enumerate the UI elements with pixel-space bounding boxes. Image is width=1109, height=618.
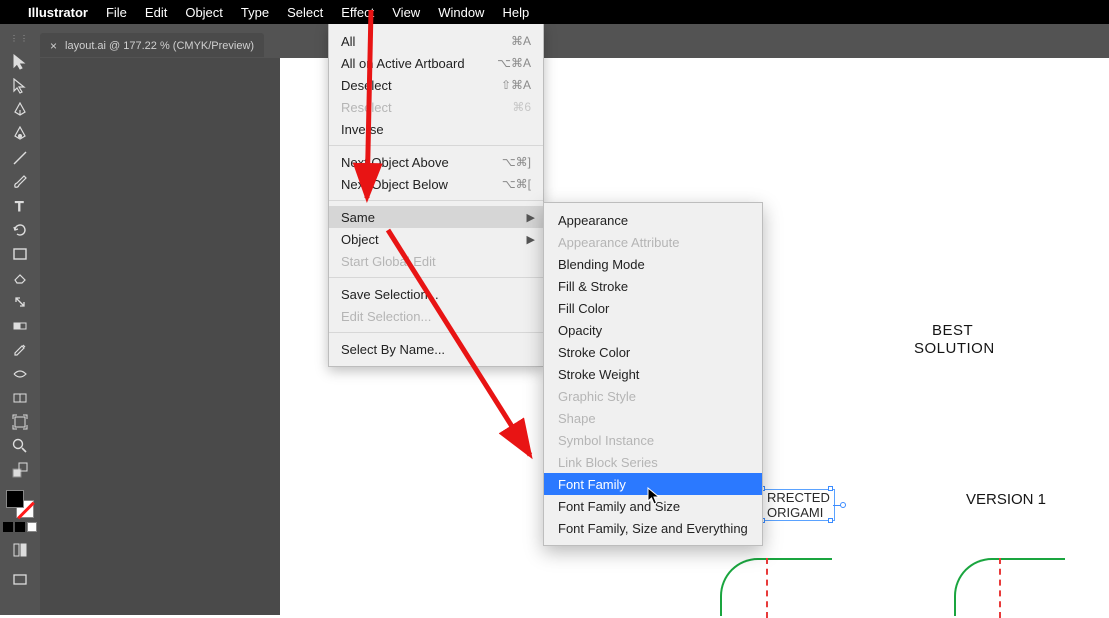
submenu-arrow-icon: ▶: [527, 233, 535, 246]
select-menu-dropdown: All⌘A All on Active Artboard⌥⌘A Deselect…: [328, 24, 544, 367]
menu-separator: [329, 277, 543, 278]
menu-view[interactable]: View: [392, 5, 420, 20]
submenu-item-fill-color[interactable]: Fill Color: [544, 297, 762, 319]
eyedropper-tool[interactable]: [6, 338, 34, 362]
mouse-cursor-icon: [647, 487, 661, 505]
artwork-line: [1001, 558, 1065, 560]
left-panel-background: [0, 58, 280, 615]
selected-text-line2: ORIGAMI: [767, 505, 830, 520]
submenu-item-opacity[interactable]: Opacity: [544, 319, 762, 341]
menu-effect[interactable]: Effect: [341, 5, 374, 20]
rotation-handle[interactable]: [840, 502, 846, 508]
default-swatches-icon[interactable]: [3, 522, 37, 532]
art-text-best: BEST: [932, 322, 973, 339]
document-tab-bar: × layout.ai @ 177.22 % (CMYK/Preview): [40, 24, 264, 58]
panel-grip-icon[interactable]: ⋮⋮: [10, 34, 30, 44]
selected-text-object[interactable]: RRECTED ORIGAMI: [762, 489, 835, 521]
menu-window[interactable]: Window: [438, 5, 484, 20]
curvature-tool[interactable]: [6, 122, 34, 146]
submenu-item-graphic-style: Graphic Style: [544, 385, 762, 407]
submenu-item-link-block-series: Link Block Series: [544, 451, 762, 473]
selected-text-line1: RRECTED: [767, 490, 830, 505]
selection-tool[interactable]: [6, 50, 34, 74]
menu-item-reselect: Reselect⌘6: [329, 96, 543, 118]
mac-menu-bar: Illustrator File Edit Object Type Select…: [0, 0, 1109, 24]
close-icon[interactable]: ×: [50, 39, 57, 53]
menu-object[interactable]: Object: [185, 5, 223, 20]
art-text-version: VERSION 1: [966, 491, 1046, 508]
artboard-tool[interactable]: [6, 410, 34, 434]
zoom-tool[interactable]: [6, 434, 34, 458]
submenu-item-shape: Shape: [544, 407, 762, 429]
document-tab-label: layout.ai @ 177.22 % (CMYK/Preview): [65, 40, 254, 52]
menu-select[interactable]: Select: [287, 5, 323, 20]
screen-mode-icon[interactable]: [6, 568, 34, 592]
fill-swatch[interactable]: [6, 490, 24, 508]
art-text-solution: SOLUTION: [914, 340, 995, 357]
scale-tool[interactable]: [6, 290, 34, 314]
svg-text:T: T: [15, 198, 24, 214]
menu-item-inverse[interactable]: Inverse: [329, 118, 543, 140]
menu-help[interactable]: Help: [502, 5, 529, 20]
artwork-dashed-line: [766, 558, 768, 618]
menu-item-same[interactable]: Same▶: [329, 206, 543, 228]
blend-tool[interactable]: [6, 386, 34, 410]
submenu-item-blending-mode[interactable]: Blending Mode: [544, 253, 762, 275]
submenu-item-appearance-attribute: Appearance Attribute: [544, 231, 762, 253]
gradient-tool[interactable]: [6, 314, 34, 338]
menu-edit[interactable]: Edit: [145, 5, 167, 20]
submenu-item-font-family-size-everything[interactable]: Font Family, Size and Everything: [544, 517, 762, 539]
menu-item-all[interactable]: All⌘A: [329, 30, 543, 52]
fill-stroke-swap-icon[interactable]: [6, 458, 34, 482]
pen-tool[interactable]: [6, 98, 34, 122]
menu-separator: [329, 145, 543, 146]
menu-item-deselect[interactable]: Deselect⇧⌘A: [329, 74, 543, 96]
menu-type[interactable]: Type: [241, 5, 269, 20]
type-tool[interactable]: T: [6, 194, 34, 218]
menu-item-object[interactable]: Object▶: [329, 228, 543, 250]
menu-item-start-global-edit: Start Global Edit: [329, 250, 543, 272]
fill-stroke-swatches[interactable]: [6, 490, 34, 518]
submenu-item-fill-and-stroke[interactable]: Fill & Stroke: [544, 275, 762, 297]
line-tool[interactable]: [6, 146, 34, 170]
width-tool[interactable]: [6, 362, 34, 386]
draw-mode-icon[interactable]: [6, 538, 34, 562]
artwork-line: [768, 558, 832, 560]
eraser-tool[interactable]: [6, 266, 34, 290]
menu-separator: [329, 200, 543, 201]
selection-handle[interactable]: [828, 486, 833, 491]
menu-item-edit-selection: Edit Selection...: [329, 305, 543, 327]
selection-handle[interactable]: [828, 518, 833, 523]
menu-item-next-object-above[interactable]: Next Object Above⌥⌘]: [329, 151, 543, 173]
menu-file[interactable]: File: [106, 5, 127, 20]
rotate-tool[interactable]: [6, 218, 34, 242]
paintbrush-tool[interactable]: [6, 170, 34, 194]
submenu-arrow-icon: ▶: [527, 211, 535, 224]
menu-item-save-selection[interactable]: Save Selection...: [329, 283, 543, 305]
submenu-item-appearance[interactable]: Appearance: [544, 209, 762, 231]
document-tab[interactable]: × layout.ai @ 177.22 % (CMYK/Preview): [40, 33, 264, 57]
artwork-dashed-line: [999, 558, 1001, 618]
submenu-item-stroke-weight[interactable]: Stroke Weight: [544, 363, 762, 385]
app-name[interactable]: Illustrator: [28, 5, 88, 20]
menu-separator: [329, 332, 543, 333]
menu-item-all-on-active-artboard[interactable]: All on Active Artboard⌥⌘A: [329, 52, 543, 74]
menu-item-select-by-name[interactable]: Select By Name...: [329, 338, 543, 360]
submenu-item-symbol-instance: Symbol Instance: [544, 429, 762, 451]
menu-item-next-object-below[interactable]: Next Object Below⌥⌘[: [329, 173, 543, 195]
rectangle-tool[interactable]: [6, 242, 34, 266]
tools-panel: ⋮⋮ T: [0, 24, 40, 615]
direct-selection-tool[interactable]: [6, 74, 34, 98]
submenu-item-stroke-color[interactable]: Stroke Color: [544, 341, 762, 363]
